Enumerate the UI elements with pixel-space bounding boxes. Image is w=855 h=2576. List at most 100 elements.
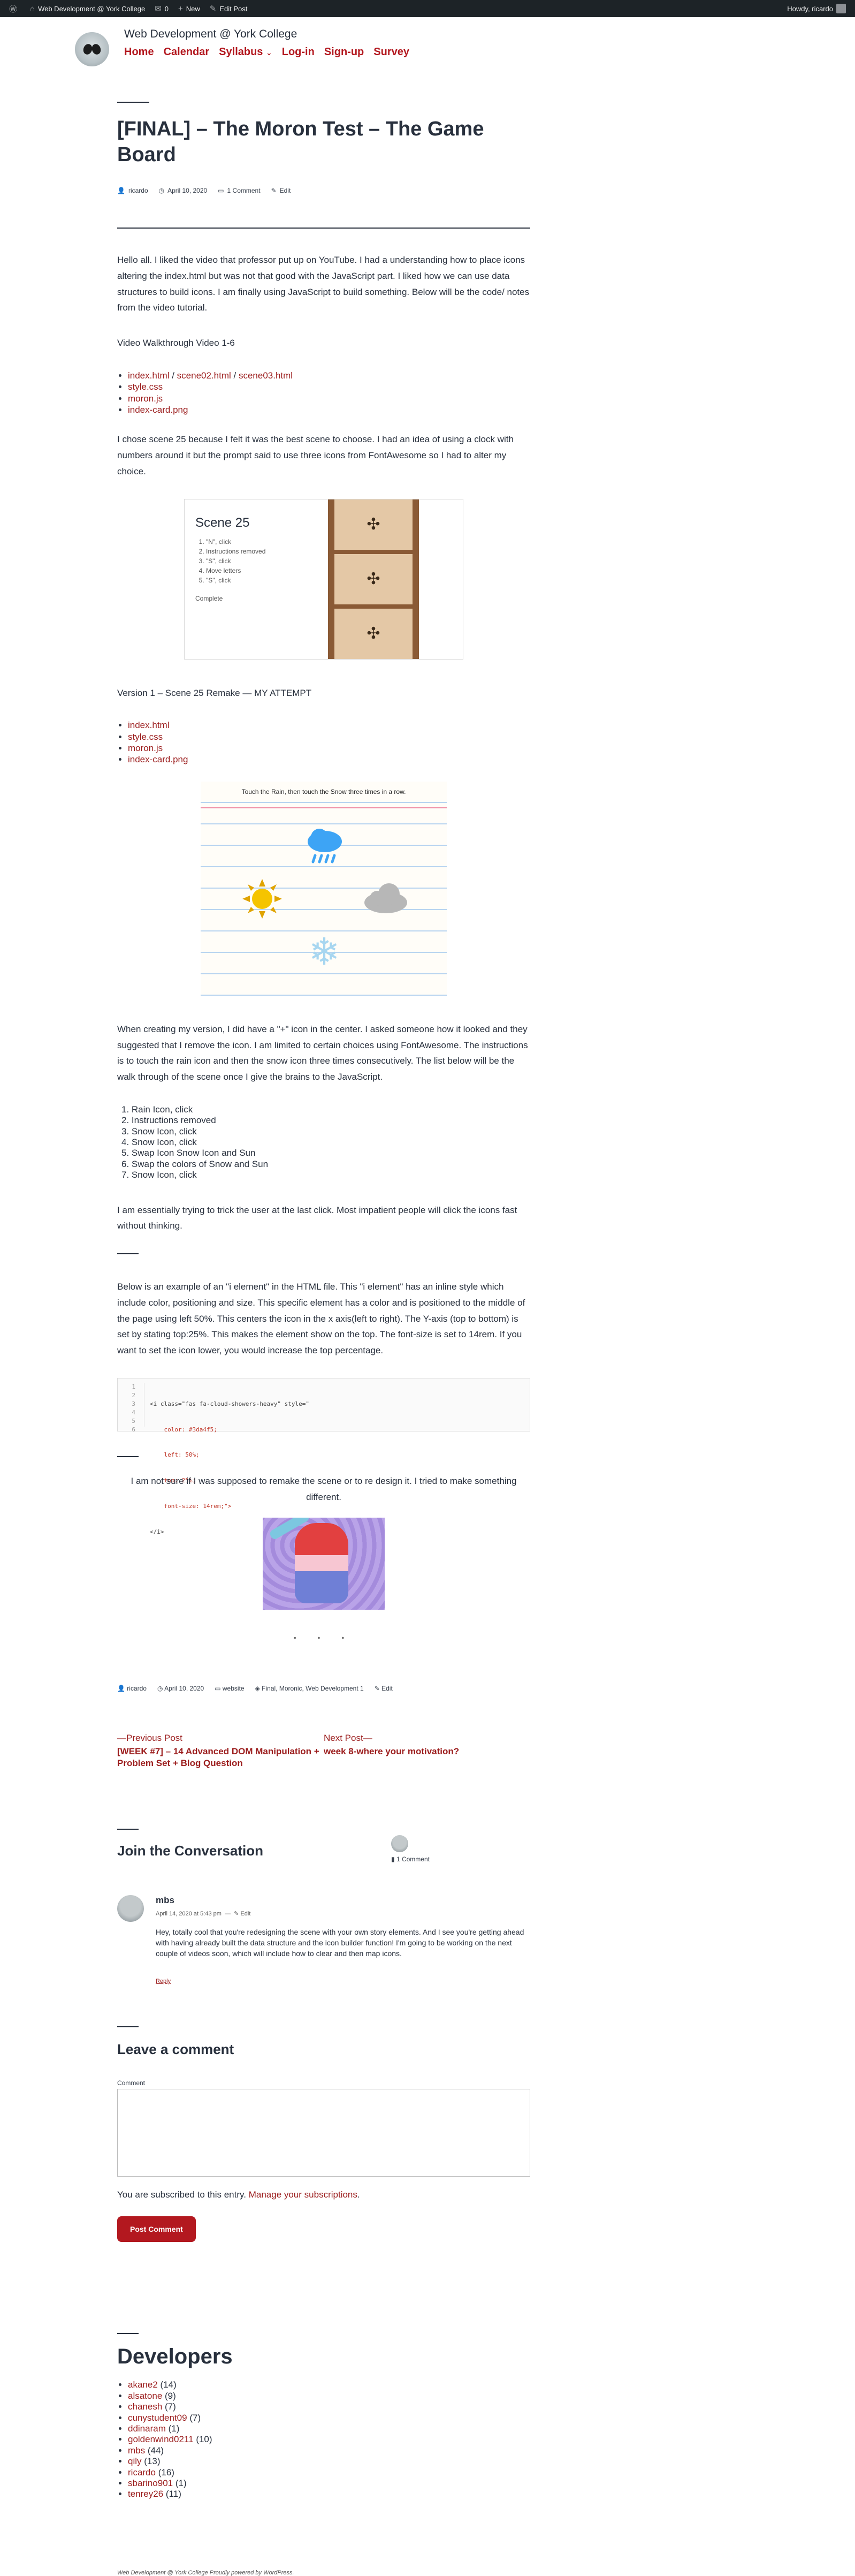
admin-edit-post-link[interactable]: ✎ Edit Post: [205, 0, 253, 17]
developer-link[interactable]: akane2: [128, 2380, 158, 2390]
developer-link[interactable]: goldenwind0211: [128, 2434, 194, 2444]
list-item: sbarino901 (1): [128, 2478, 530, 2489]
site-title[interactable]: Web Development @ York College: [124, 28, 297, 41]
scene-card-complete: Complete: [195, 594, 223, 602]
site-logo-alien-icon[interactable]: [75, 32, 109, 66]
file-link-scene02[interactable]: scene02.html: [177, 370, 231, 381]
developer-link[interactable]: ricardo: [128, 2467, 156, 2477]
post-comment-button[interactable]: Post Comment: [117, 2216, 196, 2242]
developer-link[interactable]: sbarino901: [128, 2478, 173, 2488]
list-item: akane2 (14): [128, 2380, 530, 2390]
nav-log-in[interactable]: Log-in: [282, 46, 315, 58]
list-item: 6. Swap the colors of Snow and Sun: [121, 1158, 269, 1169]
list-item: cunystudent09 (7): [128, 2413, 530, 2423]
manage-subscriptions-link[interactable]: Manage your subscriptions: [249, 2189, 357, 2200]
nav-sign-up[interactable]: Sign-up: [324, 46, 364, 58]
comment: mbs April 14, 2020 at 5:43 pm — ✎ Edit H…: [117, 1895, 530, 1986]
wordpress-logo-icon[interactable]: Ⓦ: [4, 0, 25, 17]
file-link-moron[interactable]: moron.js: [128, 743, 163, 753]
admin-new-link[interactable]: + New: [173, 0, 205, 17]
list-item: moron.js: [128, 743, 530, 754]
post-navigation: —Previous Post [WEEK #7] – 14 Advanced D…: [117, 1733, 530, 1769]
nav-survey[interactable]: Survey: [373, 46, 409, 58]
list-item: 7. Snow Icon, click: [121, 1170, 197, 1180]
scene-card-title: Scene 25: [195, 515, 250, 530]
admin-site-link[interactable]: ⌂ Web Development @ York College: [25, 0, 150, 17]
tag-icon: ◈: [255, 1685, 260, 1693]
list-item: ddinaram (1): [128, 2423, 530, 2434]
comment-edit-link[interactable]: Edit: [240, 1911, 250, 1917]
file-link-index[interactable]: index.html: [128, 720, 169, 730]
divider: [117, 2333, 139, 2335]
list-item: 5. Swap Icon Snow Icon and Sun: [121, 1148, 256, 1158]
developer-link[interactable]: mbs: [128, 2445, 145, 2456]
conversation-heading: Join the Conversation: [117, 1842, 264, 1859]
post-date[interactable]: April 10, 2020: [167, 187, 207, 194]
comments-header: Join the Conversation ▮ 1 Comment: [117, 1835, 530, 1863]
nav-calendar[interactable]: Calendar: [164, 46, 210, 58]
post-tags[interactable]: Final, Moronic, Web Development 1: [262, 1685, 364, 1692]
divider: [117, 2026, 139, 2028]
chevron-down-icon: ⌄: [266, 48, 272, 57]
list-item: 1. Rain Icon, click: [121, 1104, 193, 1115]
file-link-style[interactable]: style.css: [128, 732, 163, 742]
post-edit-link[interactable]: Edit: [381, 1685, 393, 1692]
list-item: index.html / scene02.html / scene03.html: [128, 370, 530, 381]
reply-link[interactable]: Reply: [156, 1978, 171, 1984]
comment-text: Hey, totally cool that you're redesignin…: [156, 1927, 524, 1958]
divider: [117, 228, 530, 229]
compass-icon: ✣: [334, 499, 413, 550]
nav-syllabus[interactable]: Syllabus ⌄: [219, 46, 272, 58]
subscribed-text: You are subscribed to this entry.: [117, 2189, 246, 2200]
file-link-moron[interactable]: moron.js: [128, 393, 163, 404]
post-comments-link[interactable]: 1 Comment: [227, 187, 261, 194]
developer-link[interactable]: qily: [128, 2456, 142, 2466]
file-link-index[interactable]: index.html: [128, 370, 169, 381]
comment-date[interactable]: April 14, 2020 at 5:43 pm: [156, 1911, 222, 1917]
comment-textarea[interactable]: [117, 2089, 530, 2177]
next-post-link[interactable]: Next Post— week 8-where your motivation?: [324, 1733, 530, 1769]
developer-link[interactable]: chanesh: [128, 2401, 162, 2412]
example-paragraph: Below is an example of an "i element" in…: [117, 1282, 525, 1356]
developer-link[interactable]: ddinaram: [128, 2423, 166, 2434]
scene-choice-paragraph: I chose scene 25 because I felt it was t…: [117, 434, 514, 476]
avatar: [391, 1835, 408, 1852]
comment-icon: ✉: [155, 4, 162, 13]
post-date[interactable]: April 10, 2020: [164, 1685, 204, 1692]
post-edit-link[interactable]: Edit: [280, 187, 291, 194]
post-category[interactable]: website: [223, 1685, 245, 1692]
scene-25-image: Scene 25 "N", click Instructions removed…: [184, 498, 463, 660]
comment-form: Leave a comment Comment You are subscrib…: [117, 2041, 530, 2328]
list-item: index.html: [128, 720, 530, 731]
developer-link[interactable]: tenrey26: [128, 2489, 163, 2499]
previous-post-link[interactable]: —Previous Post [WEEK #7] – 14 Advanced D…: [117, 1733, 324, 1769]
code-block[interactable]: 1 2 3 4 5 6 <i class="fas fa-cloud-showe…: [117, 1377, 530, 1535]
post-title: [FINAL] – The Moron Test – The Game Boar…: [117, 118, 484, 166]
post-content: [FINAL] – The Moron Test – The Game Boar…: [117, 96, 530, 2576]
file-link-index-card[interactable]: index-card.png: [128, 405, 188, 415]
site-footer: Web Development @ York College Proudly p…: [117, 2569, 294, 2576]
post-author[interactable]: ricardo: [127, 1685, 147, 1692]
admin-comments-link[interactable]: ✉ 0: [150, 0, 173, 17]
comment-icon: ▭: [218, 187, 224, 194]
developer-link[interactable]: cunystudent09: [128, 2413, 187, 2423]
developer-link[interactable]: alsatone: [128, 2391, 162, 2401]
list-item: moron.js: [128, 393, 530, 404]
file-link-style[interactable]: style.css: [128, 382, 163, 392]
developers-widget: Developers akane2 (14) alsatone (9) chan…: [117, 2345, 530, 2499]
file-link-index-card[interactable]: index-card.png: [128, 754, 188, 764]
file-link-scene03[interactable]: scene03.html: [239, 370, 293, 381]
separator-dots: • • •: [293, 1633, 354, 1642]
post-author[interactable]: ricardo: [128, 187, 148, 194]
admin-account-menu[interactable]: Howdy, ricardo: [782, 0, 851, 17]
scene-card-steps: "N", click Instructions removed "S", cli…: [195, 537, 317, 585]
game-board-image: Touch the Rain, then touch the Snow thre…: [201, 781, 447, 996]
nav-home[interactable]: Home: [124, 46, 154, 58]
list-item: ricardo (16): [128, 2467, 530, 2478]
pencil-icon: ✎: [234, 1910, 239, 1917]
divider: [117, 1253, 139, 1255]
folder-icon: ▭: [215, 1685, 221, 1693]
developers-list: akane2 (14) alsatone (9) chanesh (7) cun…: [117, 2380, 530, 2499]
person-icon: 👤: [117, 187, 125, 194]
rain-cloud-icon: [303, 824, 346, 867]
